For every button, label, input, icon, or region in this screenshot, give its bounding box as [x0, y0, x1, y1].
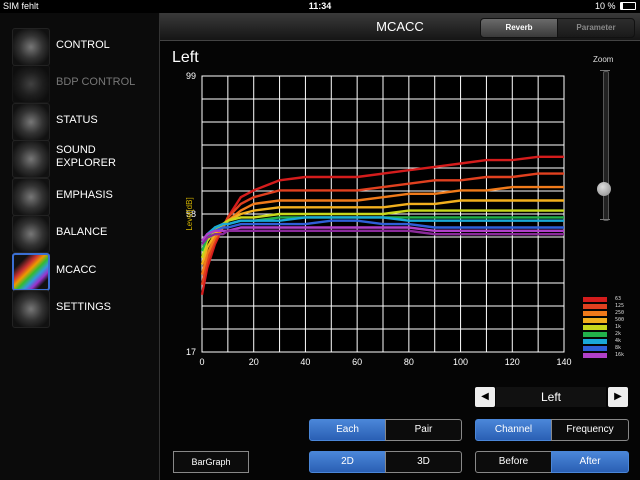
status-thumbnail-icon [12, 103, 50, 141]
sidebar-item-control[interactable]: CONTROL [12, 28, 157, 66]
legend-swatch [583, 346, 607, 351]
main-panel: Left 17 58 99 0 20 40 60 80 100 120 140 Level[dB] Z… [160, 41, 640, 480]
zoom-tick-bottom [600, 219, 610, 220]
sidebar-item-label: BDP CONTROL [56, 76, 136, 88]
pair-button[interactable]: Pair [385, 419, 462, 441]
sound-explorer-thumbnail-icon [12, 140, 50, 178]
x-tick-label: 60 [352, 357, 362, 366]
legend-label: 8k [615, 345, 622, 351]
header-bar: MCACC Reverb Parameter [160, 13, 640, 41]
legend-swatch [583, 304, 607, 309]
sidebar-item-label: BALANCE [56, 226, 108, 238]
after-button[interactable]: After [551, 451, 629, 473]
x-tick-label: 0 [199, 357, 204, 366]
y-tick-label: 17 [186, 347, 196, 357]
tab-reverb[interactable]: Reverb [480, 18, 558, 38]
each-button[interactable]: Each [309, 419, 386, 441]
legend-label: 63 [615, 296, 622, 302]
legend-label: 4k [615, 338, 622, 344]
legend-swatch [583, 339, 607, 344]
zoom-slider-track[interactable] [603, 71, 609, 221]
control-thumbnail-icon [12, 28, 50, 66]
frequency-button[interactable]: Frequency [551, 419, 629, 441]
sidebar: CONTROL BDP CONTROL STATUS SOUND EXPLORER… [0, 13, 159, 480]
prev-channel-button[interactable]: ◀ [475, 387, 495, 407]
x-tick-label: 100 [453, 357, 468, 366]
legend-label: 250 [615, 310, 625, 316]
before-button[interactable]: Before [475, 451, 552, 473]
sidebar-item-bdp-control[interactable]: BDP CONTROL [12, 65, 157, 103]
3d-button[interactable]: 3D [385, 451, 462, 473]
battery-icon [620, 2, 636, 10]
battery-percent: 10 % [594, 1, 616, 11]
x-tick-label: 120 [505, 357, 520, 366]
sidebar-item-status[interactable]: STATUS [12, 103, 157, 141]
legend-label: 16k [615, 352, 625, 358]
legend-swatch [583, 332, 607, 337]
clock-text: 11:34 [308, 1, 332, 11]
sidebar-item-label: SOUND EXPLORER [56, 144, 116, 169]
2d-button[interactable]: 2D [309, 451, 386, 473]
mcacc-thumbnail-icon [12, 253, 50, 291]
sidebar-item-label: MCACC [56, 264, 97, 276]
channel-title: Left [172, 49, 199, 66]
channel-selector-value: Left [496, 387, 606, 407]
x-tick-label: 80 [404, 357, 414, 366]
bdp-control-thumbnail-icon [12, 65, 50, 103]
legend-swatch [583, 318, 607, 323]
legend-swatch [583, 353, 607, 358]
zoom-label: Zoom [593, 55, 614, 64]
channel-button[interactable]: Channel [475, 419, 552, 441]
settings-gear-icon [12, 290, 50, 328]
battery-status: 10 % [595, 0, 636, 13]
legend-label: 125 [615, 303, 625, 309]
legend-label: 2k [615, 331, 622, 337]
reverb-chart: 1758990 20 40 60 80 100 120 140Level[dB] [185, 71, 572, 366]
zoom-slider-thumb[interactable] [597, 182, 611, 196]
bargraph-button[interactable]: BarGraph [173, 451, 249, 473]
status-bar: SIM fehlt 11:34 10 % [0, 0, 640, 13]
sidebar-item-label: CONTROL [56, 39, 110, 51]
sidebar-item-label: EMPHASIS [56, 189, 113, 201]
balance-thumbnail-icon [12, 215, 50, 253]
sidebar-item-mcacc[interactable]: MCACC [12, 253, 157, 291]
emphasis-thumbnail-icon [12, 178, 50, 216]
next-channel-button[interactable]: ▶ [608, 387, 628, 407]
sidebar-item-label: SETTINGS [56, 301, 112, 313]
sidebar-item-label: STATUS [56, 114, 98, 126]
y-tick-label: 99 [186, 71, 196, 81]
sidebar-item-settings[interactable]: SETTINGS [12, 290, 157, 328]
legend-label: 1k [615, 324, 622, 330]
legend-swatch [583, 297, 607, 302]
sidebar-item-balance[interactable]: BALANCE [12, 215, 157, 253]
x-tick-label: 20 [249, 357, 259, 366]
x-tick-label: 140 [556, 357, 571, 366]
sidebar-item-sound-explorer[interactable]: SOUND EXPLORER [12, 140, 157, 178]
legend-label: 500 [615, 317, 625, 323]
x-tick-label: 40 [300, 357, 310, 366]
y-axis-label: Level[dB] [185, 197, 194, 230]
sidebar-item-emphasis[interactable]: EMPHASIS [12, 178, 157, 216]
legend-swatch [583, 325, 607, 330]
legend-swatch [583, 311, 607, 316]
tab-parameter[interactable]: Parameter [557, 18, 635, 38]
